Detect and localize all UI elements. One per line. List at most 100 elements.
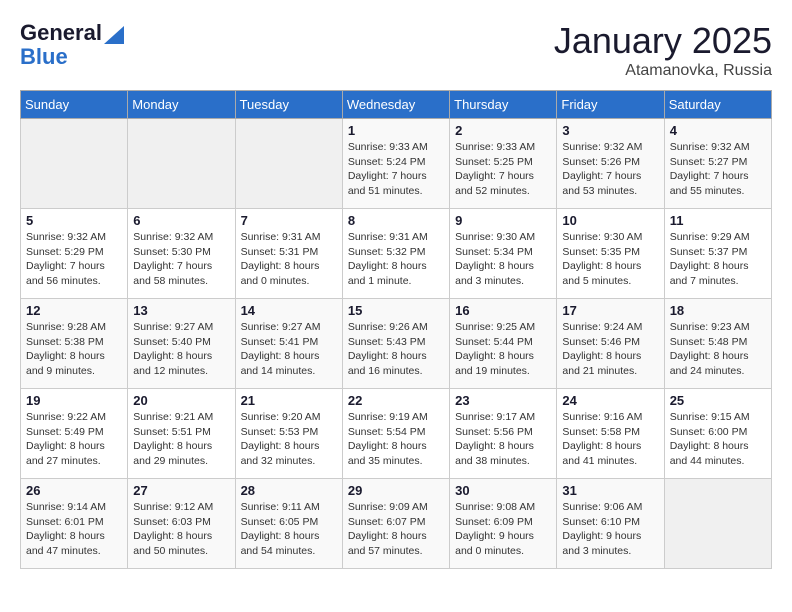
- month-title: January 2025: [554, 20, 772, 62]
- logo-blue-text: Blue: [20, 44, 68, 70]
- day-number: 17: [562, 303, 658, 318]
- calendar-cell: 12 Sunrise: 9:28 AMSunset: 5:38 PMDayligh…: [21, 299, 128, 389]
- page-header: General Blue January 2025 Atamanovka, Ru…: [20, 20, 772, 80]
- day-detail: Sunrise: 9:27 AMSunset: 5:41 PMDaylight:…: [241, 320, 337, 379]
- calendar-cell: 26 Sunrise: 9:14 AMSunset: 6:01 PMDayligh…: [21, 479, 128, 569]
- day-detail: Sunrise: 9:14 AMSunset: 6:01 PMDaylight:…: [26, 500, 122, 559]
- day-detail: Sunrise: 9:22 AMSunset: 5:49 PMDaylight:…: [26, 410, 122, 469]
- day-number: 25: [670, 393, 766, 408]
- day-detail: Sunrise: 9:17 AMSunset: 5:56 PMDaylight:…: [455, 410, 551, 469]
- weekday-header-friday: Friday: [557, 91, 664, 119]
- calendar-cell: 31Sunrise: 9:06 AMSunset: 6:10 PMDayligh…: [557, 479, 664, 569]
- calendar-cell: 24 Sunrise: 9:16 AMSunset: 5:58 PMDayligh…: [557, 389, 664, 479]
- calendar-cell: 30Sunrise: 9:08 AMSunset: 6:09 PMDayligh…: [450, 479, 557, 569]
- weekday-header-saturday: Saturday: [664, 91, 771, 119]
- calendar-cell: 15 Sunrise: 9:26 AMSunset: 5:43 PMDayligh…: [342, 299, 449, 389]
- day-number: 12: [26, 303, 122, 318]
- day-number: 29: [348, 483, 444, 498]
- day-detail: Sunrise: 9:25 AMSunset: 5:44 PMDaylight:…: [455, 320, 551, 379]
- day-detail: Sunrise: 9:31 AMSunset: 5:31 PMDaylight:…: [241, 230, 337, 289]
- day-number: 10: [562, 213, 658, 228]
- day-number: 14: [241, 303, 337, 318]
- location-subtitle: Atamanovka, Russia: [554, 62, 772, 80]
- weekday-header-sunday: Sunday: [21, 91, 128, 119]
- day-number: 18: [670, 303, 766, 318]
- day-number: 27: [133, 483, 229, 498]
- calendar-table: SundayMondayTuesdayWednesdayThursdayFrid…: [20, 90, 772, 569]
- day-number: 6: [133, 213, 229, 228]
- day-number: 11: [670, 213, 766, 228]
- day-detail: Sunrise: 9:11 AMSunset: 6:05 PMDaylight:…: [241, 500, 337, 559]
- day-number: 3: [562, 123, 658, 138]
- day-number: 2: [455, 123, 551, 138]
- title-block: January 2025 Atamanovka, Russia: [554, 20, 772, 80]
- day-detail: Sunrise: 9:24 AMSunset: 5:46 PMDaylight:…: [562, 320, 658, 379]
- calendar-cell: 3 Sunrise: 9:32 AMSunset: 5:26 PMDaylight…: [557, 119, 664, 209]
- day-number: 5: [26, 213, 122, 228]
- day-number: 4: [670, 123, 766, 138]
- weekday-header-thursday: Thursday: [450, 91, 557, 119]
- day-number: 31: [562, 483, 658, 498]
- day-detail: Sunrise: 9:32 AMSunset: 5:26 PMDaylight:…: [562, 140, 658, 199]
- logo-general-text: General: [20, 20, 102, 46]
- calendar-cell: 5 Sunrise: 9:32 AMSunset: 5:29 PMDaylight…: [21, 209, 128, 299]
- day-detail: Sunrise: 9:26 AMSunset: 5:43 PMDaylight:…: [348, 320, 444, 379]
- calendar-cell: 11 Sunrise: 9:29 AMSunset: 5:37 PMDayligh…: [664, 209, 771, 299]
- calendar-week-row: 5 Sunrise: 9:32 AMSunset: 5:29 PMDaylight…: [21, 209, 772, 299]
- day-detail: Sunrise: 9:30 AMSunset: 5:34 PMDaylight:…: [455, 230, 551, 289]
- day-number: 28: [241, 483, 337, 498]
- day-number: 20: [133, 393, 229, 408]
- calendar-cell: 19Sunrise: 9:22 AMSunset: 5:49 PMDayligh…: [21, 389, 128, 479]
- day-detail: Sunrise: 9:33 AMSunset: 5:25 PMDaylight:…: [455, 140, 551, 199]
- calendar-week-row: 19Sunrise: 9:22 AMSunset: 5:49 PMDayligh…: [21, 389, 772, 479]
- calendar-cell: 22Sunrise: 9:19 AMSunset: 5:54 PMDayligh…: [342, 389, 449, 479]
- logo-triangle-icon: [104, 22, 124, 44]
- day-number: 8: [348, 213, 444, 228]
- day-number: 21: [241, 393, 337, 408]
- weekday-header-row: SundayMondayTuesdayWednesdayThursdayFrid…: [21, 91, 772, 119]
- day-detail: Sunrise: 9:32 AMSunset: 5:29 PMDaylight:…: [26, 230, 122, 289]
- calendar-cell: 18 Sunrise: 9:23 AMSunset: 5:48 PMDayligh…: [664, 299, 771, 389]
- calendar-cell: 25 Sunrise: 9:15 AMSunset: 6:00 PMDayligh…: [664, 389, 771, 479]
- weekday-header-monday: Monday: [128, 91, 235, 119]
- calendar-cell: 9 Sunrise: 9:30 AMSunset: 5:34 PMDaylight…: [450, 209, 557, 299]
- day-detail: Sunrise: 9:12 AMSunset: 6:03 PMDaylight:…: [133, 500, 229, 559]
- day-detail: Sunrise: 9:08 AMSunset: 6:09 PMDaylight:…: [455, 500, 551, 559]
- day-number: 26: [26, 483, 122, 498]
- day-number: 22: [348, 393, 444, 408]
- day-detail: Sunrise: 9:20 AMSunset: 5:53 PMDaylight:…: [241, 410, 337, 469]
- day-detail: Sunrise: 9:15 AMSunset: 6:00 PMDaylight:…: [670, 410, 766, 469]
- weekday-header-tuesday: Tuesday: [235, 91, 342, 119]
- calendar-cell: 13 Sunrise: 9:27 AMSunset: 5:40 PMDayligh…: [128, 299, 235, 389]
- calendar-cell: 1 Sunrise: 9:33 AMSunset: 5:24 PMDaylight…: [342, 119, 449, 209]
- calendar-week-row: 12 Sunrise: 9:28 AMSunset: 5:38 PMDayligh…: [21, 299, 772, 389]
- day-detail: Sunrise: 9:32 AMSunset: 5:27 PMDaylight:…: [670, 140, 766, 199]
- calendar-cell: [235, 119, 342, 209]
- day-number: 24: [562, 393, 658, 408]
- weekday-header-wednesday: Wednesday: [342, 91, 449, 119]
- calendar-cell: 29Sunrise: 9:09 AMSunset: 6:07 PMDayligh…: [342, 479, 449, 569]
- calendar-cell: 17 Sunrise: 9:24 AMSunset: 5:46 PMDayligh…: [557, 299, 664, 389]
- day-detail: Sunrise: 9:21 AMSunset: 5:51 PMDaylight:…: [133, 410, 229, 469]
- day-number: 1: [348, 123, 444, 138]
- day-detail: Sunrise: 9:16 AMSunset: 5:58 PMDaylight:…: [562, 410, 658, 469]
- day-number: 13: [133, 303, 229, 318]
- calendar-cell: 10 Sunrise: 9:30 AMSunset: 5:35 PMDayligh…: [557, 209, 664, 299]
- day-detail: Sunrise: 9:23 AMSunset: 5:48 PMDaylight:…: [670, 320, 766, 379]
- day-number: 7: [241, 213, 337, 228]
- day-detail: Sunrise: 9:33 AMSunset: 5:24 PMDaylight:…: [348, 140, 444, 199]
- calendar-cell: [21, 119, 128, 209]
- day-number: 9: [455, 213, 551, 228]
- day-number: 15: [348, 303, 444, 318]
- day-detail: Sunrise: 9:29 AMSunset: 5:37 PMDaylight:…: [670, 230, 766, 289]
- day-detail: Sunrise: 9:28 AMSunset: 5:38 PMDaylight:…: [26, 320, 122, 379]
- calendar-cell: [128, 119, 235, 209]
- calendar-cell: 2 Sunrise: 9:33 AMSunset: 5:25 PMDaylight…: [450, 119, 557, 209]
- calendar-cell: 6Sunrise: 9:32 AMSunset: 5:30 PMDaylight…: [128, 209, 235, 299]
- calendar-cell: 7 Sunrise: 9:31 AMSunset: 5:31 PMDaylight…: [235, 209, 342, 299]
- day-detail: Sunrise: 9:30 AMSunset: 5:35 PMDaylight:…: [562, 230, 658, 289]
- calendar-cell: 23Sunrise: 9:17 AMSunset: 5:56 PMDayligh…: [450, 389, 557, 479]
- day-detail: Sunrise: 9:31 AMSunset: 5:32 PMDaylight:…: [348, 230, 444, 289]
- calendar-cell: 16Sunrise: 9:25 AMSunset: 5:44 PMDayligh…: [450, 299, 557, 389]
- day-detail: Sunrise: 9:27 AMSunset: 5:40 PMDaylight:…: [133, 320, 229, 379]
